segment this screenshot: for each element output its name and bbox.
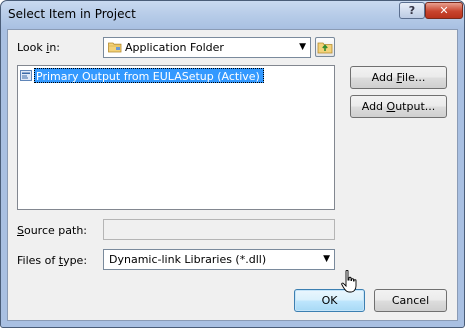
look-in-dropdown[interactable]: Application Folder ▼ [103, 37, 311, 58]
dialog-client-area: Look in: Application Folder ▼ Primary Ou… [7, 29, 458, 321]
files-of-type-dropdown[interactable]: Dynamic-link Libraries (*.dll) ▼ [103, 249, 335, 270]
add-output-button[interactable]: Add Output... [350, 95, 447, 118]
list-item-label: Primary Output from EULASetup (Active) [34, 68, 264, 83]
chevron-down-icon: ▼ [299, 42, 306, 52]
add-output-label: Add Output... [361, 100, 436, 113]
look-in-label: Look in: [17, 41, 61, 54]
list-item[interactable]: Primary Output from EULASetup (Active) [20, 68, 264, 83]
folder-icon [108, 42, 122, 53]
dialog-window: Select Item in Project ? ✕ Look in: Appl… [0, 0, 465, 328]
close-button[interactable]: ✕ [425, 2, 463, 19]
files-of-type-value: Dynamic-link Libraries (*.dll) [109, 253, 267, 266]
source-path-field [103, 219, 335, 240]
close-icon: ✕ [439, 4, 449, 17]
project-output-icon [20, 70, 32, 81]
look-in-value: Application Folder [125, 41, 224, 54]
window-title: Select Item in Project [8, 7, 136, 21]
help-icon: ? [408, 4, 416, 17]
cancel-button[interactable]: Cancel [374, 289, 447, 312]
cancel-label: Cancel [391, 294, 430, 307]
mouse-cursor-icon [341, 270, 357, 293]
help-button[interactable]: ? [399, 2, 425, 19]
files-of-type-label: Files of type: [17, 254, 88, 267]
folder-up-icon [317, 42, 333, 54]
source-path-label: Source path: [17, 224, 87, 237]
add-file-button[interactable]: Add File... [350, 66, 447, 89]
title-bar[interactable]: Select Item in Project ? ✕ [1, 1, 464, 29]
folder-up-button[interactable] [315, 37, 335, 57]
ok-label: OK [321, 294, 338, 307]
project-items-list[interactable]: Primary Output from EULASetup (Active) [17, 65, 335, 210]
add-file-label: Add File... [371, 71, 426, 84]
chevron-down-icon: ▼ [323, 254, 330, 264]
